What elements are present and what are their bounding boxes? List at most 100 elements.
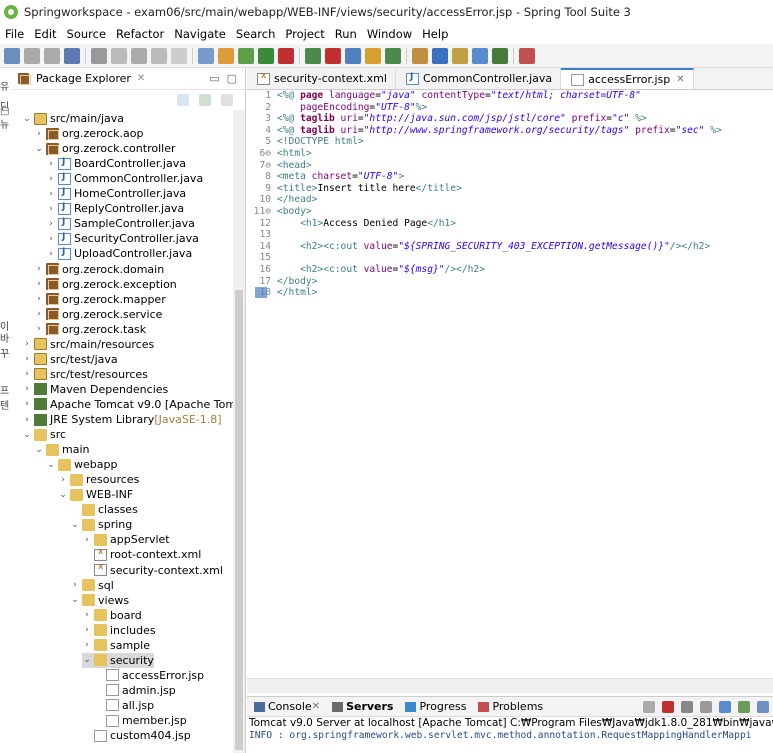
expand-toggle-icon[interactable]: ⌄ <box>34 144 44 154</box>
expand-toggle-icon[interactable]: ⌄ <box>22 114 32 124</box>
expand-toggle-icon[interactable]: › <box>34 264 44 274</box>
toolbar-icon[interactable] <box>64 47 80 64</box>
tree-item[interactable]: admin.jsp <box>94 683 176 698</box>
tree-item[interactable]: ⌄ webapp <box>46 457 117 472</box>
tree-item[interactable]: › Apache Tomcat v9.0 [Apache Tomca <box>22 397 234 412</box>
minimize-icon[interactable]: ▭ ▢ <box>209 72 237 85</box>
console-toolbar-icon[interactable] <box>643 700 655 713</box>
toolbar-icon[interactable] <box>4 47 20 64</box>
expand-toggle-icon[interactable]: › <box>46 219 56 229</box>
menu-window[interactable]: Window <box>362 27 417 41</box>
expand-toggle-icon[interactable]: ⌄ <box>34 445 44 455</box>
toolbar-icon[interactable] <box>238 47 254 64</box>
tree-item[interactable]: ⌄ views <box>70 593 129 608</box>
tree-item[interactable]: › org.zerock.service <box>34 307 162 322</box>
tree-item[interactable]: › ReplyController.java <box>46 201 184 216</box>
toolbar-icon[interactable] <box>198 47 214 64</box>
tree-item[interactable]: ⌄ src/main/java <box>22 111 124 126</box>
menu-help[interactable]: Help <box>417 27 453 41</box>
toolbar-icon[interactable] <box>365 47 381 64</box>
expand-toggle-icon[interactable]: › <box>82 535 92 545</box>
tree-item[interactable]: › src/test/resources <box>22 367 148 382</box>
expand-toggle-icon[interactable]: › <box>34 324 44 334</box>
expand-toggle-icon[interactable]: › <box>82 625 92 635</box>
tree-item[interactable]: › CommonController.java <box>46 171 203 186</box>
expand-toggle-icon[interactable]: ⌄ <box>82 655 92 665</box>
menu-source[interactable]: Source <box>62 27 112 41</box>
toolbar-icon[interactable] <box>325 47 341 64</box>
tree-item[interactable]: › includes <box>82 623 155 638</box>
tree-item[interactable]: › org.zerock.task <box>34 322 146 337</box>
expand-toggle-icon[interactable]: › <box>70 580 80 590</box>
close-tab-icon[interactable]: ✕ <box>676 74 684 85</box>
expand-toggle-icon[interactable]: ⌄ <box>58 490 68 500</box>
menu-file[interactable]: File <box>0 27 29 41</box>
tree-item[interactable]: all.jsp <box>94 698 154 713</box>
console-tab-servers[interactable]: Servers <box>325 700 398 713</box>
toolbar-icon[interactable] <box>412 47 428 64</box>
tree-item[interactable]: › board <box>82 608 142 623</box>
tree-scrollbar[interactable] <box>233 110 245 753</box>
menu-search[interactable]: Search <box>231 27 281 41</box>
expand-toggle-icon[interactable]: › <box>22 384 32 394</box>
console-toolbar-icon[interactable] <box>681 700 693 713</box>
menu-project[interactable]: Project <box>280 27 329 41</box>
toolbar-icon[interactable] <box>432 47 448 64</box>
toolbar-icon[interactable] <box>131 47 147 64</box>
tree-item[interactable]: root-context.xml <box>82 547 201 562</box>
expand-toggle-icon[interactable]: › <box>46 159 56 169</box>
expand-toggle-icon[interactable]: ⌄ <box>22 430 32 440</box>
console-toolbar-icon[interactable] <box>757 700 769 713</box>
tree-item[interactable]: › SecurityController.java <box>46 231 199 246</box>
expand-toggle-icon[interactable]: › <box>46 234 56 244</box>
editor-tab[interactable]: accessError.jsp ✕ <box>561 68 694 89</box>
expand-toggle-icon[interactable]: › <box>22 415 32 425</box>
menu-edit[interactable]: Edit <box>29 27 61 41</box>
tree-item[interactable]: ⌄ src <box>22 427 66 442</box>
console-toolbar-icon[interactable] <box>738 700 750 713</box>
menu-run[interactable]: Run <box>330 27 362 41</box>
expand-toggle-icon[interactable]: › <box>46 249 56 259</box>
expand-toggle-icon[interactable]: › <box>34 129 44 139</box>
expand-toggle-icon[interactable]: ⌄ <box>70 595 80 605</box>
toolbar-icon[interactable] <box>278 47 294 64</box>
expand-toggle-icon[interactable]: ⌄ <box>46 460 56 470</box>
expand-toggle-icon[interactable]: › <box>82 610 92 620</box>
toolbar-icon[interactable] <box>385 47 401 64</box>
expand-toggle-icon[interactable]: › <box>34 294 44 304</box>
close-icon[interactable]: ✕ <box>137 73 145 84</box>
tree-item[interactable]: › org.zerock.mapper <box>34 292 166 307</box>
tree-item[interactable]: ⌄ spring <box>70 517 132 532</box>
expand-toggle-icon[interactable]: › <box>22 369 32 379</box>
toolbar-icon[interactable] <box>452 47 468 64</box>
tree-item[interactable]: accessError.jsp <box>94 668 204 683</box>
menu-refactor[interactable]: Refactor <box>111 27 169 41</box>
close-tab-icon[interactable]: ✕ <box>312 701 320 712</box>
tree-item[interactable]: ⌄ main <box>34 442 89 457</box>
expand-toggle-icon[interactable]: › <box>22 339 32 349</box>
toolbar-icon[interactable] <box>305 47 321 64</box>
console-toolbar-icon[interactable] <box>662 700 674 713</box>
tree-item[interactable]: › src/main/resources <box>22 337 154 352</box>
view-menu-icon[interactable] <box>221 94 233 106</box>
tree-item[interactable]: › sample <box>82 638 150 653</box>
tree-item[interactable]: › UploadController.java <box>46 246 192 261</box>
editor-tab[interactable]: CommonController.java <box>396 68 562 89</box>
toolbar-icon[interactable] <box>218 47 234 64</box>
expand-toggle-icon[interactable]: › <box>34 279 44 289</box>
tree-item[interactable]: › appServlet <box>82 532 169 547</box>
console-tab-problems[interactable]: Problems <box>471 700 548 713</box>
console-toolbar-icon[interactable] <box>719 700 731 713</box>
toolbar-icon[interactable] <box>472 47 488 64</box>
console-tab-console[interactable]: Console ✕ <box>247 700 325 713</box>
tree-item[interactable]: › src/test/java <box>22 352 117 367</box>
tree-item[interactable]: › JRE System Library [JavaSE-1.8] <box>22 412 221 427</box>
toolbar-icon[interactable] <box>519 47 535 64</box>
expand-toggle-icon[interactable]: ⌄ <box>70 520 80 530</box>
tree-item[interactable]: security-context.xml <box>82 562 223 578</box>
console-tab-progress[interactable]: Progress <box>398 700 471 713</box>
tree-item[interactable]: › org.zerock.exception <box>34 277 177 292</box>
tree-item[interactable]: ⌄ security <box>82 652 154 668</box>
tree-item[interactable]: › BoardController.java <box>46 156 186 171</box>
console-toolbar-icon[interactable] <box>700 700 712 713</box>
